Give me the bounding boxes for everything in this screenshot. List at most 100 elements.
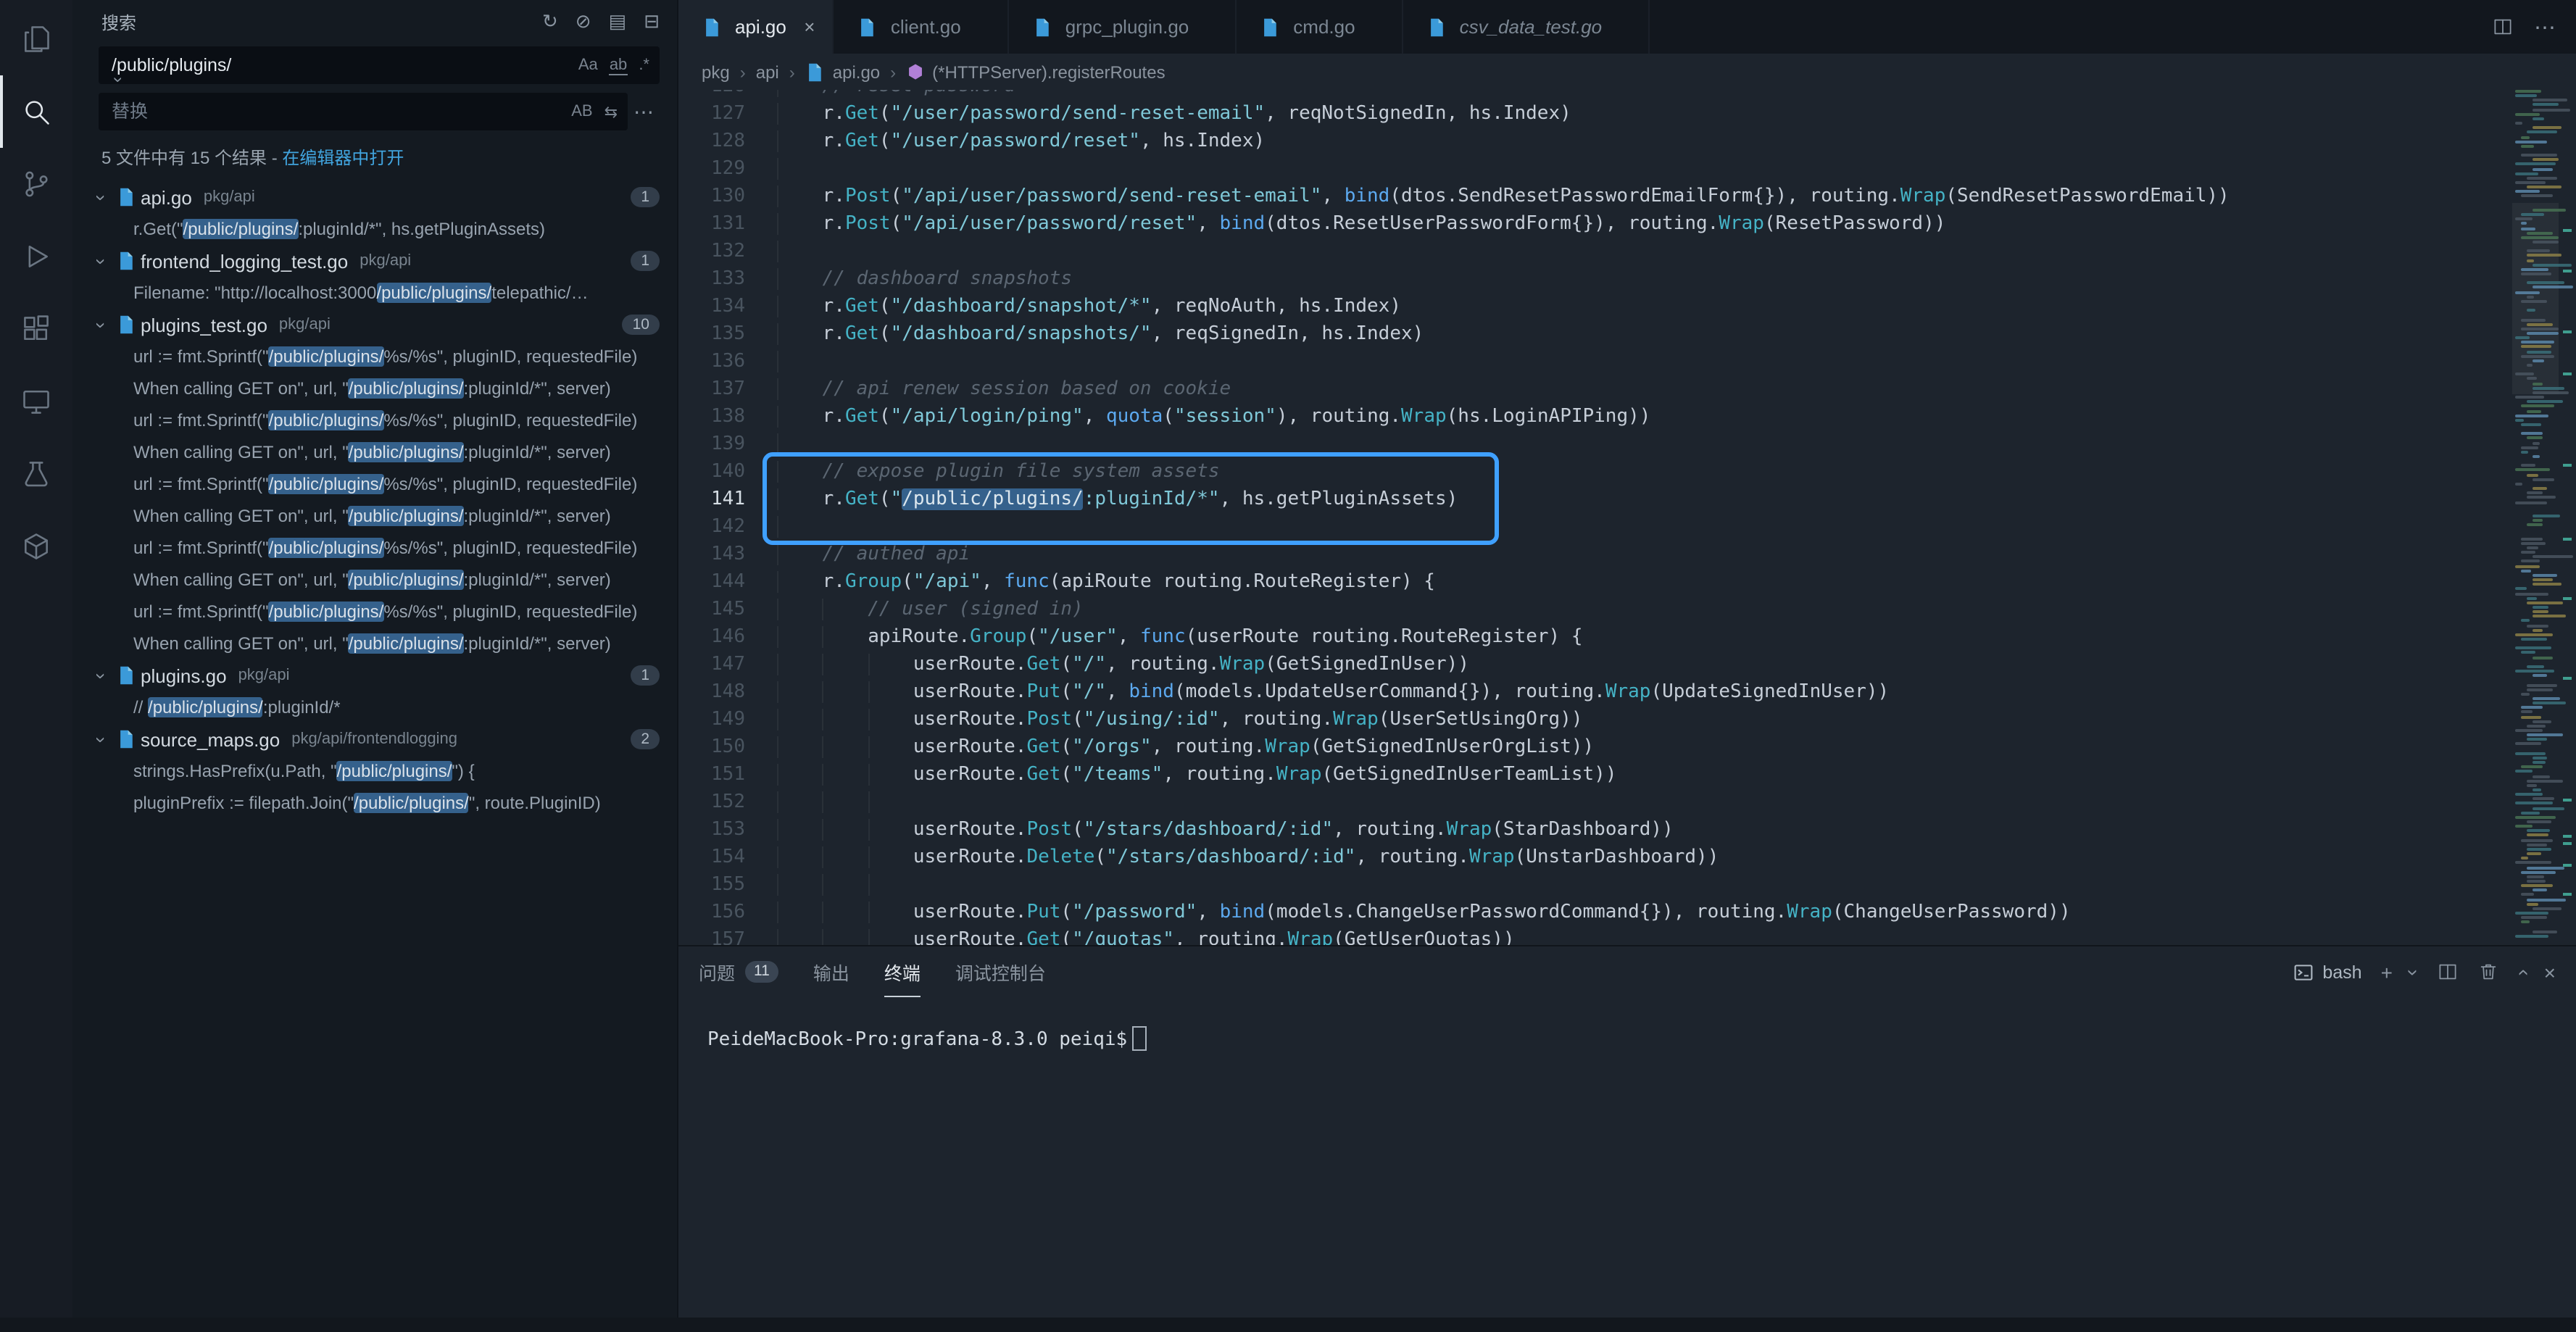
search-result-file-plugins_test.go[interactable]: ›plugins_test.gopkg/api10 <box>72 309 677 341</box>
search-result-file-plugins.go[interactable]: ›plugins.gopkg/api1 <box>72 659 677 691</box>
breadcrumb-item-0[interactable]: pkg <box>702 62 730 82</box>
close-panel-icon[interactable]: × <box>2544 960 2556 983</box>
code-line-127[interactable]: 127 r.Get("/user/password/send-reset-ema… <box>678 100 2512 128</box>
search-match-row[interactable]: url := fmt.Sprintf("/public/plugins/%s/%… <box>72 404 677 436</box>
editor-tab-csv_data_test.go[interactable]: csv_data_test.go <box>1403 0 1650 54</box>
search-match-row[interactable]: When calling GET on", url, "/public/plug… <box>72 436 677 468</box>
code-line-151[interactable]: 151 userRoute.Get("/teams", routing.Wrap… <box>678 761 2512 788</box>
kill-terminal-icon[interactable] <box>2477 961 2499 983</box>
more-actions-icon[interactable]: ⋯ <box>2534 14 2556 40</box>
activity-testing-button[interactable] <box>0 438 72 510</box>
chevron-down-icon[interactable]: › <box>91 252 112 270</box>
breadcrumb-item-3[interactable]: (*HTTPServer).registerRoutes <box>906 62 1165 82</box>
code-line-137[interactable]: 137 // api renew session based on cookie <box>678 375 2512 403</box>
code-line-138[interactable]: 138 r.Get("/api/login/ping", quota("sess… <box>678 403 2512 430</box>
search-result-file-frontend_logging_test.go[interactable]: ›frontend_logging_test.gopkg/api1 <box>72 245 677 277</box>
replace-input[interactable] <box>109 100 571 123</box>
whole-word-icon[interactable]: ab <box>610 56 628 75</box>
chevron-down-icon[interactable]: › <box>91 188 112 206</box>
new-terminal-icon[interactable]: + <box>2381 960 2393 983</box>
chevron-down-icon[interactable]: › <box>91 730 112 748</box>
terminal-view[interactable]: PeideMacBook-Pro:grafana-8.3.0 peiqi$ <box>678 997 2576 1332</box>
clear-search-results-icon[interactable]: ⊘ <box>576 10 591 33</box>
search-match-row[interactable]: url := fmt.Sprintf("/public/plugins/%s/%… <box>72 596 677 628</box>
search-result-file-source_maps.go[interactable]: ›source_maps.gopkg/api/frontendlogging2 <box>72 723 677 755</box>
code-line-157[interactable]: 157 userRoute.Get("/quotas", routing.Wra… <box>678 926 2512 945</box>
activity-packages-button[interactable] <box>0 510 72 583</box>
code-line-139[interactable]: 139 <box>678 430 2512 458</box>
open-in-editor-link[interactable]: 在编辑器中打开 <box>282 148 404 168</box>
search-match-row[interactable]: url := fmt.Sprintf("/public/plugins/%s/%… <box>72 341 677 372</box>
collapse-all-icon[interactable]: ⊟ <box>644 10 660 33</box>
code-line-135[interactable]: 135 r.Get("/dashboard/snapshots/", reqSi… <box>678 320 2512 348</box>
toggle-search-details-button[interactable]: ⋯ <box>628 99 660 124</box>
search-result-file-api.go[interactable]: ›api.gopkg/api1 <box>72 181 677 213</box>
panel-tab-terminal[interactable]: 终端 <box>884 946 921 997</box>
code-line-143[interactable]: 143 // authed api <box>678 541 2512 568</box>
shell-selector[interactable]: bash <box>2293 962 2361 982</box>
code-line-130[interactable]: 130 r.Post("/api/user/password/send-rese… <box>678 183 2512 210</box>
code-line-136[interactable]: 136 <box>678 348 2512 375</box>
search-match-row[interactable]: r.Get("/public/plugins/:pluginId/*", hs.… <box>72 213 677 245</box>
search-input[interactable] <box>109 54 578 77</box>
maximize-panel-icon[interactable]: › <box>2510 968 2533 975</box>
code-line-153[interactable]: 153 userRoute.Post("/stars/dashboard/:id… <box>678 816 2512 844</box>
code-line-126[interactable]: 126 // reset password <box>678 90 2512 100</box>
editor-tab-api.go[interactable]: api.go× <box>678 0 834 54</box>
editor-tab-cmd.go[interactable]: cmd.go <box>1237 0 1403 54</box>
code-area[interactable]: 126 // reset password127 r.Get("/user/pa… <box>678 90 2512 945</box>
code-line-146[interactable]: 146 apiRoute.Group("/user", func(userRou… <box>678 623 2512 651</box>
preserve-case-icon[interactable]: AB <box>571 103 592 120</box>
open-new-search-editor-icon[interactable]: ▤ <box>609 10 627 33</box>
search-match-row[interactable]: strings.HasPrefix(u.Path, "/public/plugi… <box>72 755 677 787</box>
tab-close-icon[interactable]: × <box>798 16 821 38</box>
code-line-132[interactable]: 132 <box>678 238 2512 265</box>
code-line-144[interactable]: 144 r.Group("/api", func(apiRoute routin… <box>678 568 2512 596</box>
breadcrumb-item-2[interactable]: api.go <box>805 62 880 82</box>
search-match-row[interactable]: When calling GET on", url, "/public/plug… <box>72 372 677 404</box>
match-case-icon[interactable]: Aa <box>578 57 598 74</box>
activity-extensions-button[interactable] <box>0 293 72 365</box>
code-line-128[interactable]: 128 r.Get("/user/password/reset", hs.Ind… <box>678 128 2512 155</box>
code-line-155[interactable]: 155 <box>678 871 2512 899</box>
minimap[interactable] <box>2512 90 2576 945</box>
code-line-148[interactable]: 148 userRoute.Put("/", bind(models.Updat… <box>678 678 2512 706</box>
code-line-150[interactable]: 150 userRoute.Get("/orgs", routing.Wrap(… <box>678 733 2512 761</box>
chevron-down-icon[interactable]: › <box>91 316 112 333</box>
code-line-134[interactable]: 134 r.Get("/dashboard/snapshot/*", reqNo… <box>678 293 2512 320</box>
code-line-133[interactable]: 133 // dashboard snapshots <box>678 265 2512 293</box>
code-line-156[interactable]: 156 userRoute.Put("/password", bind(mode… <box>678 899 2512 926</box>
search-match-row[interactable]: When calling GET on", url, "/public/plug… <box>72 628 677 659</box>
panel-tab-problems[interactable]: 问题11 <box>699 946 778 997</box>
regex-icon[interactable]: .* <box>639 57 649 74</box>
code-line-145[interactable]: 145 // user (signed in) <box>678 596 2512 623</box>
code-line-147[interactable]: 147 userRoute.Get("/", routing.Wrap(GetS… <box>678 651 2512 678</box>
activity-run-debug-button[interactable] <box>0 220 72 293</box>
code-line-140[interactable]: 140 // expose plugin file system assets <box>678 458 2512 486</box>
replace-all-icon[interactable]: ⇆ <box>604 102 618 121</box>
code-line-154[interactable]: 154 userRoute.Delete("/stars/dashboard/:… <box>678 844 2512 871</box>
editor-tab-grpc_plugin.go[interactable]: grpc_plugin.go <box>1009 0 1237 54</box>
code-line-141[interactable]: 141 r.Get("/public/plugins/:pluginId/*",… <box>678 486 2512 513</box>
split-editor-icon[interactable] <box>2492 16 2514 38</box>
toggle-replace-chevron-icon[interactable]: › <box>45 77 129 100</box>
code-line-149[interactable]: 149 userRoute.Post("/using/:id", routing… <box>678 706 2512 733</box>
panel-tab-debug-console[interactable]: 调试控制台 <box>955 946 1046 997</box>
activity-explorer-button[interactable] <box>0 3 72 75</box>
search-match-row[interactable]: url := fmt.Sprintf("/public/plugins/%s/%… <box>72 468 677 500</box>
chevron-down-icon[interactable]: › <box>91 667 112 684</box>
terminal-dropdown-icon[interactable]: › <box>2403 968 2427 975</box>
search-match-row[interactable]: When calling GET on", url, "/public/plug… <box>72 564 677 596</box>
panel-tab-output[interactable]: 输出 <box>813 946 849 997</box>
breadcrumb-item-1[interactable]: api <box>756 62 779 82</box>
search-match-row[interactable]: pluginPrefix := filepath.Join("/public/p… <box>72 787 677 819</box>
code-line-131[interactable]: 131 r.Post("/api/user/password/reset", b… <box>678 210 2512 238</box>
refresh-icon[interactable]: ↻ <box>542 10 558 33</box>
split-terminal-icon[interactable] <box>2437 961 2459 983</box>
code-line-142[interactable]: 142 <box>678 513 2512 541</box>
search-match-row[interactable]: Filename: "http://localhost:3000/public/… <box>72 277 677 309</box>
search-match-row[interactable]: // /public/plugins/:pluginId/* <box>72 691 677 723</box>
code-line-152[interactable]: 152 <box>678 788 2512 816</box>
code-line-129[interactable]: 129 <box>678 155 2512 183</box>
activity-remote-explorer-button[interactable] <box>0 365 72 438</box>
